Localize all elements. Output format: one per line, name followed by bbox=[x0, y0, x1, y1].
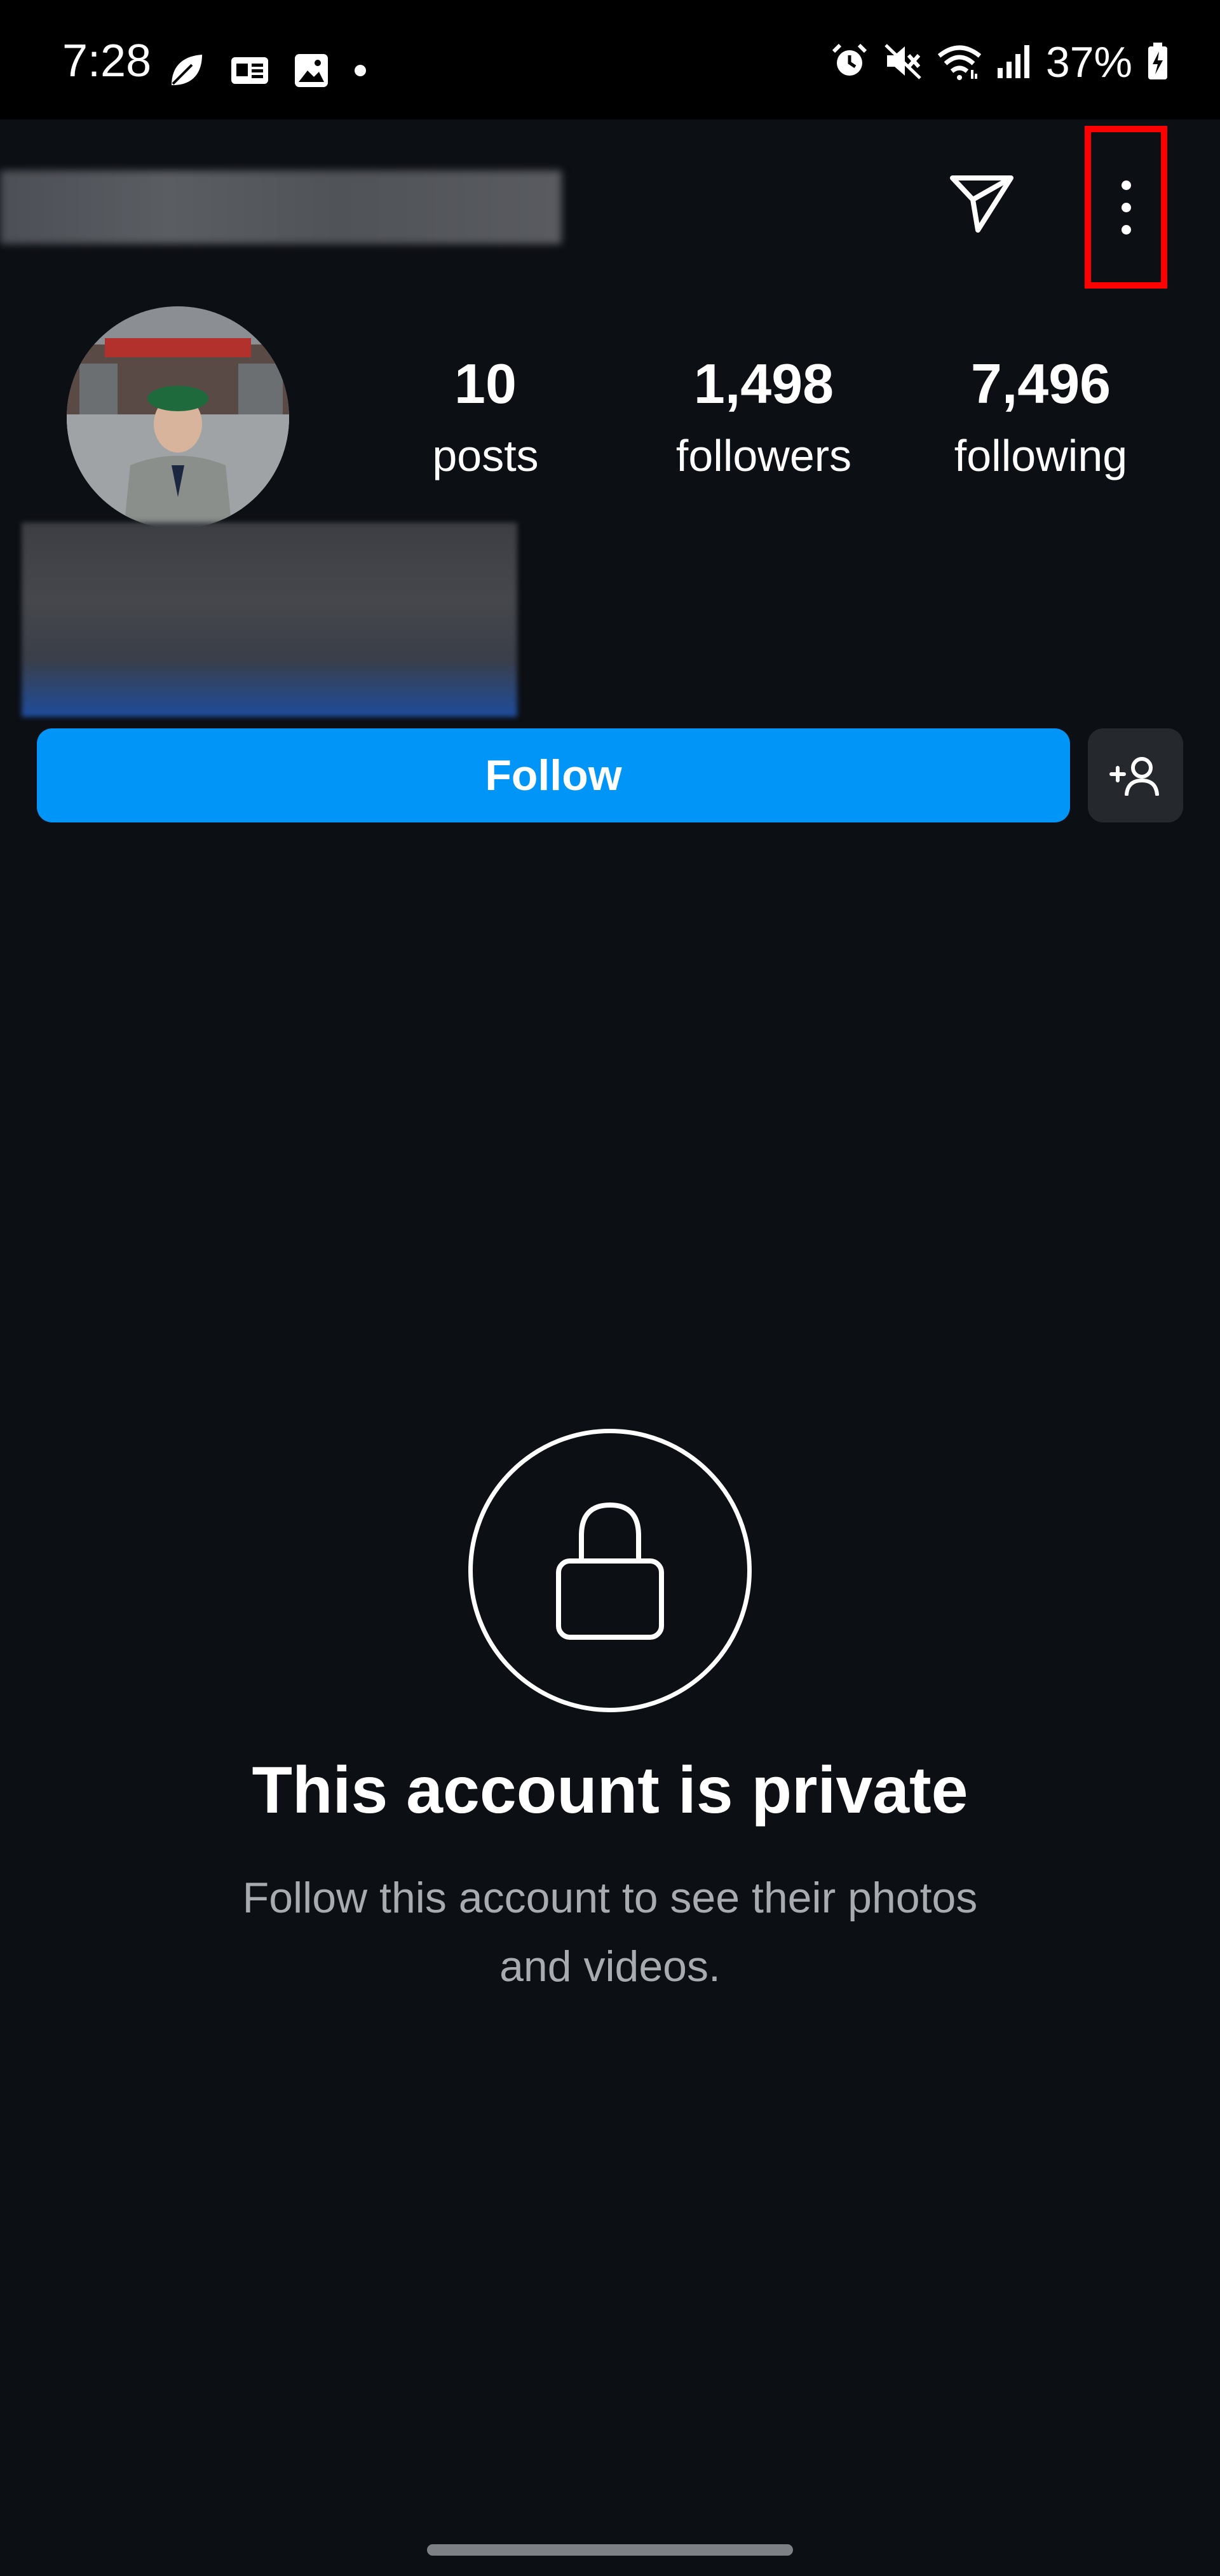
lock-icon bbox=[556, 1502, 664, 1640]
alarm-icon bbox=[830, 41, 869, 84]
leaf-icon bbox=[166, 51, 206, 93]
add-person-icon bbox=[1109, 757, 1159, 796]
private-account-title: This account is private bbox=[252, 1754, 968, 1827]
private-lock-badge bbox=[468, 1429, 752, 1712]
posts-label: posts bbox=[432, 431, 539, 480]
private-subtitle-line1: Follow this account to see their photos bbox=[242, 1874, 978, 1922]
bio-redacted bbox=[22, 522, 517, 717]
battery-charging-icon bbox=[1146, 41, 1169, 84]
private-subtitle-line2: and videos. bbox=[499, 1942, 721, 1991]
status-left-icons bbox=[166, 51, 367, 93]
followers-label: followers bbox=[675, 431, 852, 480]
username-redacted bbox=[0, 170, 562, 244]
following-label: following bbox=[954, 431, 1128, 480]
more-vertical-icon bbox=[1121, 180, 1131, 235]
suggested-accounts-button[interactable] bbox=[1088, 728, 1183, 822]
status-time: 7:28 bbox=[62, 36, 152, 86]
follow-button[interactable]: Follow bbox=[37, 728, 1070, 822]
battery-percent: 37% bbox=[1045, 38, 1132, 86]
gallery-icon bbox=[294, 53, 329, 92]
send-message-button[interactable] bbox=[947, 168, 1017, 238]
more-options-button[interactable] bbox=[1085, 126, 1167, 289]
followers-stat[interactable]: 1,498 followers bbox=[649, 352, 878, 480]
followers-count: 1,498 bbox=[693, 352, 834, 415]
posts-stat: 10 posts bbox=[371, 352, 600, 480]
news-icon bbox=[230, 55, 269, 90]
private-account-subtitle: Follow this account to see their photos … bbox=[197, 1864, 1023, 2001]
following-count: 7,496 bbox=[970, 352, 1111, 415]
status-right: 37% bbox=[830, 41, 1169, 84]
profile-avatar[interactable] bbox=[67, 306, 289, 529]
posts-count: 10 bbox=[454, 352, 517, 415]
mute-icon bbox=[883, 41, 923, 84]
signal-icon bbox=[996, 43, 1032, 83]
profile-screen: 7:28 37% 10 posts 1,498 followers 7,496 … bbox=[0, 0, 1220, 2576]
following-stat[interactable]: 7,496 following bbox=[926, 352, 1155, 480]
gesture-nav-handle[interactable] bbox=[427, 2544, 793, 2556]
dot-icon bbox=[353, 64, 367, 81]
status-bar: 7:28 37% bbox=[0, 0, 1220, 119]
paper-plane-icon bbox=[950, 175, 1013, 233]
wifi-icon bbox=[937, 42, 982, 83]
